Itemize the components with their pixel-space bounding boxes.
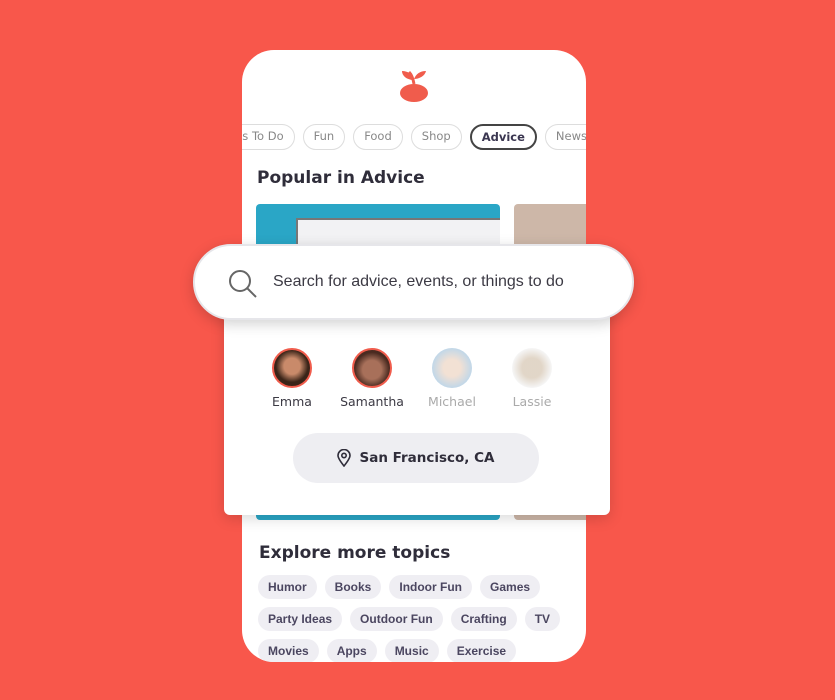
location-button[interactable]: San Francisco, CA xyxy=(293,433,539,483)
topic-tag[interactable]: Games xyxy=(480,575,541,599)
profile-name: Lassie xyxy=(512,394,552,409)
profile-location-card: Emma Samantha Michael Lassie San Francis… xyxy=(224,300,610,515)
profile-name: Michael xyxy=(428,394,476,409)
avatar xyxy=(432,348,472,388)
profile-name: Samantha xyxy=(340,394,404,409)
location-label: San Francisco, CA xyxy=(359,450,495,466)
topic-tag[interactable]: Apps xyxy=(326,639,377,662)
topic-tag[interactable]: Music xyxy=(384,639,439,662)
avatar xyxy=(512,348,552,388)
profile-name: Emma xyxy=(272,394,312,409)
topic-tag[interactable]: Crafting xyxy=(450,607,517,631)
topic-tag[interactable]: Indoor Fun xyxy=(389,575,473,599)
tab-advice[interactable]: Advice xyxy=(469,124,537,150)
topic-tags: Humor Books Indoor Fun Games Party Ideas… xyxy=(258,575,578,662)
tab-shop[interactable]: Shop xyxy=(410,124,462,150)
topic-tag[interactable]: Exercise xyxy=(446,639,517,662)
avatar xyxy=(272,348,312,388)
profile-lassie[interactable]: Lassie xyxy=(492,348,572,409)
profile-samantha[interactable]: Samantha xyxy=(332,348,412,409)
search-placeholder: Search for advice, events, or things to … xyxy=(273,273,564,290)
tab-news[interactable]: News xyxy=(544,124,586,150)
search-icon xyxy=(229,270,257,298)
explore-title: Explore more topics xyxy=(259,543,451,563)
category-tabs: gs To Do Fun Food Shop Advice News xyxy=(242,124,586,150)
profile-emma[interactable]: Emma xyxy=(252,348,332,409)
tab-food[interactable]: Food xyxy=(353,124,403,150)
map-pin-icon xyxy=(337,449,352,467)
topic-tag[interactable]: Party Ideas xyxy=(258,607,343,631)
avatar xyxy=(352,348,392,388)
tab-things-to-do[interactable]: gs To Do xyxy=(242,124,295,150)
topic-tag[interactable]: Outdoor Fun xyxy=(350,607,443,631)
popular-title: Popular in Advice xyxy=(257,168,425,188)
search-input[interactable]: Search for advice, events, or things to … xyxy=(193,244,634,320)
topic-tag[interactable]: Movies xyxy=(258,639,319,662)
profile-michael[interactable]: Michael xyxy=(412,348,492,409)
topic-tag[interactable]: TV xyxy=(524,607,561,631)
cherry-logo-icon xyxy=(397,68,431,108)
topic-tag[interactable]: Humor xyxy=(258,575,317,599)
profile-list: Emma Samantha Michael Lassie xyxy=(252,348,572,409)
topic-tag[interactable]: Books xyxy=(324,575,382,599)
tab-fun[interactable]: Fun xyxy=(302,124,346,150)
